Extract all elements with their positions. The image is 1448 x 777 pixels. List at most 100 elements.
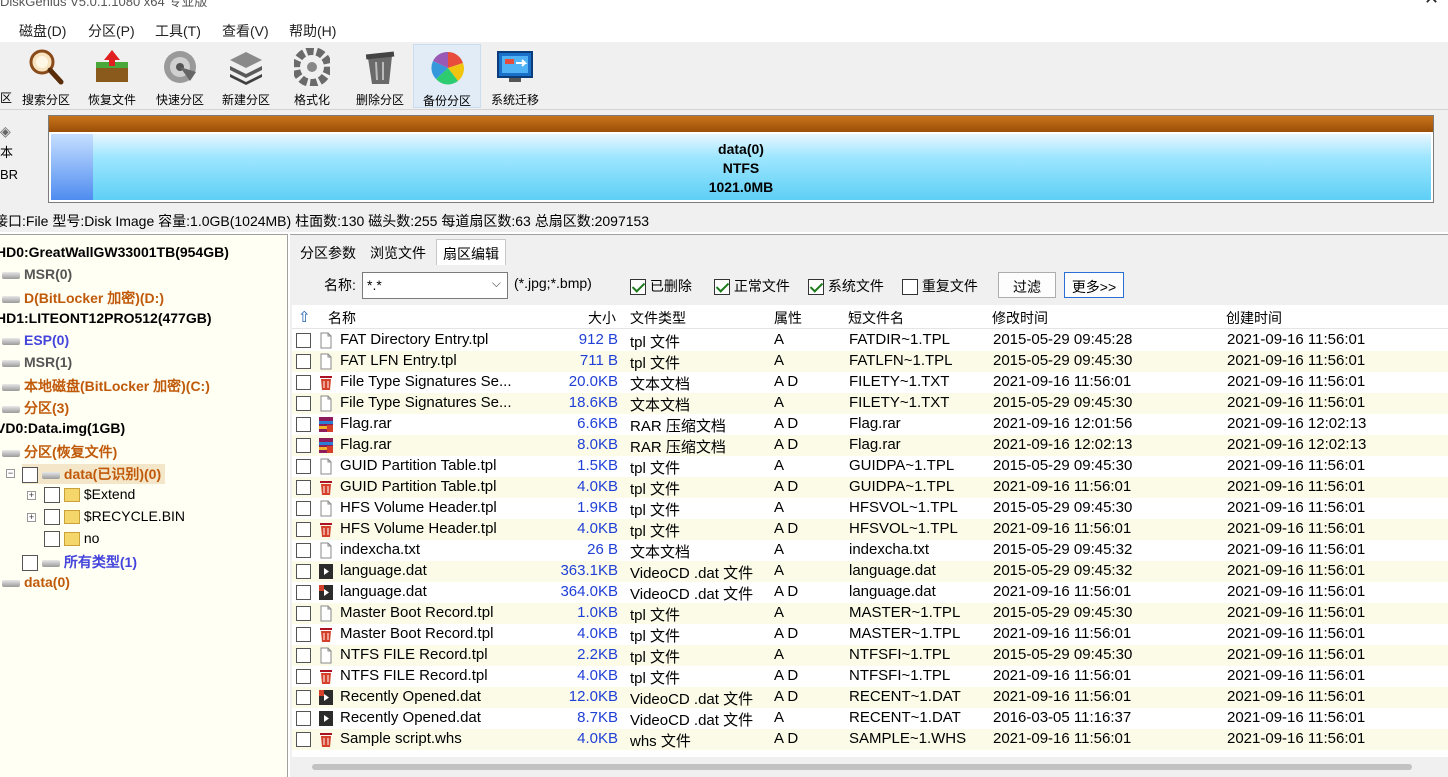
tab-partition-params[interactable]: 分区参数 <box>294 239 362 265</box>
row-checkbox[interactable] <box>296 522 311 537</box>
file-row[interactable]: Master Boot Record.tpl 4.0KB tpl 文件 A D MAST… <box>292 624 1448 645</box>
tree-node[interactable]: 分区(恢复文件) <box>2 442 117 462</box>
tree-node[interactable]: MSR(1) <box>2 354 72 370</box>
menu-tools[interactable]: 工具(T) <box>155 21 201 41</box>
row-checkbox[interactable] <box>296 690 311 705</box>
expand-toggle[interactable]: + <box>27 513 36 522</box>
chevron-down-icon[interactable]: ⌵ <box>492 276 501 291</box>
tree-checkbox[interactable] <box>44 531 60 548</box>
file-row[interactable]: HFS Volume Header.tpl 1.9KB tpl 文件 A HFSVOL~… <box>292 498 1448 519</box>
new-partition-button[interactable]: 新建分区 <box>212 44 280 108</box>
delete-partition-button[interactable]: 删除分区 <box>346 44 414 108</box>
more-button[interactable]: 更多>> <box>1064 272 1124 298</box>
row-checkbox[interactable] <box>296 354 311 369</box>
tree-node[interactable]: 本地磁盘(BitLocker 加密)(C:) <box>2 376 210 396</box>
file-row[interactable]: FAT Directory Entry.tpl 912 B tpl 文件 A FATDI… <box>292 330 1448 351</box>
file-row[interactable]: GUID Partition Table.tpl 4.0KB tpl 文件 A D GU… <box>292 477 1448 498</box>
duplicate-files-checkbox[interactable]: 重复文件 <box>902 276 978 296</box>
file-row[interactable]: NTFS FILE Record.tpl 2.2KB tpl 文件 A NTFSFI~1… <box>292 645 1448 666</box>
tab-browse-files[interactable]: 浏览文件 <box>364 239 432 265</box>
backup-partition-button[interactable]: 备份分区 <box>413 44 481 108</box>
file-row[interactable]: Master Boot Record.tpl 1.0KB tpl 文件 A MASTER… <box>292 603 1448 624</box>
quick-partition-button[interactable]: 快速分区 <box>146 44 214 108</box>
row-checkbox[interactable] <box>296 438 311 453</box>
tree-node[interactable]: 所有类型(1) <box>22 552 137 572</box>
file-row[interactable]: File Type Signatures Se... 20.0KB 文本文档 A D F… <box>292 372 1448 393</box>
tab-sector-editor[interactable]: 扇区编辑 <box>436 239 506 265</box>
up-folder-icon[interactable]: ⇧ <box>298 308 311 326</box>
menu-partition[interactable]: 分区(P) <box>88 21 135 41</box>
tree-checkbox[interactable] <box>44 487 60 504</box>
tree-checkbox[interactable] <box>44 509 60 526</box>
tree-node-selected[interactable]: data(已识别)(0) <box>22 464 166 484</box>
row-checkbox[interactable] <box>296 669 311 684</box>
row-checkbox[interactable] <box>296 459 311 474</box>
file-row[interactable]: Sample script.whs 4.0KB whs 文件 A D SAMPLE~1.… <box>292 729 1448 750</box>
tree-checkbox[interactable] <box>22 555 38 572</box>
horizontal-scrollbar[interactable] <box>292 759 1448 776</box>
row-checkbox[interactable] <box>296 711 311 726</box>
column-name[interactable]: 名称 <box>328 308 356 328</box>
tree-node[interactable]: no <box>44 530 99 548</box>
recover-file-button[interactable]: 恢复文件 <box>78 44 146 108</box>
column-type[interactable]: 文件类型 <box>630 308 686 328</box>
disk-nav-arrow-icon[interactable]: ◈ <box>0 120 18 142</box>
row-checkbox[interactable] <box>296 627 311 642</box>
row-checkbox[interactable] <box>296 480 311 495</box>
file-row[interactable]: NTFS FILE Record.tpl 4.0KB tpl 文件 A D NTFSFI… <box>292 666 1448 687</box>
tree-node[interactable]: $Extend <box>44 486 135 504</box>
row-checkbox[interactable] <box>296 501 311 516</box>
tree-node[interactable]: MSR(0) <box>2 266 72 282</box>
tree-node[interactable]: VD0:Data.img(1GB) <box>0 420 125 436</box>
row-checkbox[interactable] <box>296 333 311 348</box>
row-checkbox[interactable] <box>296 585 311 600</box>
filter-button[interactable]: 过滤 <box>998 272 1056 298</box>
expand-toggle[interactable]: + <box>27 491 36 500</box>
tree-node[interactable]: $RECYCLE.BIN <box>44 508 185 526</box>
column-modified[interactable]: 修改时间 <box>992 308 1048 328</box>
file-row[interactable]: Flag.rar 6.6KB RAR 压缩文档 A D Flag.rar 2021-09-… <box>292 414 1448 435</box>
row-checkbox[interactable] <box>296 648 311 663</box>
scrollbar-thumb[interactable] <box>312 764 1412 770</box>
tree-node[interactable]: HD0:GreatWallGW33001TB(954GB) <box>0 244 229 260</box>
file-row[interactable]: File Type Signatures Se... 18.6KB 文本文档 A FIL… <box>292 393 1448 414</box>
normal-files-checkbox[interactable]: 正常文件 <box>714 276 790 296</box>
tree-node[interactable]: 分区(3) <box>2 398 69 418</box>
file-row[interactable]: indexcha.txt 26 B 文本文档 Aindexcha.txt 2015-05… <box>292 540 1448 561</box>
tree-node[interactable]: HD1:LITEONT12PRO512(477GB) <box>0 310 212 326</box>
tree-checkbox[interactable] <box>22 467 38 484</box>
row-checkbox[interactable] <box>296 375 311 390</box>
file-row[interactable]: language.dat 364.0KB VideoCD .dat 文件 A D lan… <box>292 582 1448 603</box>
menu-disk[interactable]: 磁盘(D) <box>19 21 66 41</box>
tree-node[interactable]: ESP(0) <box>2 332 69 348</box>
deleted-checkbox[interactable]: 已删除 <box>630 276 692 296</box>
row-checkbox[interactable] <box>296 606 311 621</box>
close-button[interactable]: ✕ <box>1424 0 1439 9</box>
system-files-checkbox[interactable]: 系统文件 <box>808 276 884 296</box>
column-size[interactable]: 大小 <box>588 308 616 328</box>
column-short-name[interactable]: 短文件名 <box>848 308 904 328</box>
row-checkbox[interactable] <box>296 732 311 747</box>
menu-help[interactable]: 帮助(H) <box>289 21 336 41</box>
file-row[interactable]: language.dat 363.1KB VideoCD .dat 文件 Alangu… <box>292 561 1448 582</box>
collapse-toggle[interactable]: − <box>6 469 15 478</box>
name-combobox[interactable]: *.* ⌵ <box>362 272 508 299</box>
row-checkbox[interactable] <box>296 417 311 432</box>
tree-node[interactable]: D(BitLocker 加密)(D:) <box>2 288 164 308</box>
format-button[interactable]: 格式化 <box>278 44 346 108</box>
file-row[interactable]: Recently Opened.dat 12.0KB VideoCD .dat 文件… <box>292 687 1448 708</box>
system-migrate-button[interactable]: 系统迁移 <box>481 44 549 108</box>
file-row[interactable]: HFS Volume Header.tpl 4.0KB tpl 文件 A D HFSVO… <box>292 519 1448 540</box>
file-row[interactable]: Recently Opened.dat 8.7KB VideoCD .dat 文件 A… <box>292 708 1448 729</box>
row-checkbox[interactable] <box>296 564 311 579</box>
row-checkbox[interactable] <box>296 396 311 411</box>
row-checkbox[interactable] <box>296 543 311 558</box>
file-row[interactable]: FAT LFN Entry.tpl 711 B tpl 文件 A FATLFN~1.TP… <box>292 351 1448 372</box>
file-row[interactable]: GUID Partition Table.tpl 1.5KB tpl 文件 A GUID… <box>292 456 1448 477</box>
menu-view[interactable]: 查看(V) <box>222 21 269 41</box>
column-created[interactable]: 创建时间 <box>1226 308 1282 328</box>
file-row[interactable]: Flag.rar 8.0KB RAR 压缩文档 A D Flag.rar 2021-09-… <box>292 435 1448 456</box>
minimize-button[interactable]: — <box>1366 0 1384 9</box>
tree-node[interactable]: data(0) <box>2 574 70 590</box>
search-partition-button[interactable]: 搜索分区 <box>12 44 80 108</box>
